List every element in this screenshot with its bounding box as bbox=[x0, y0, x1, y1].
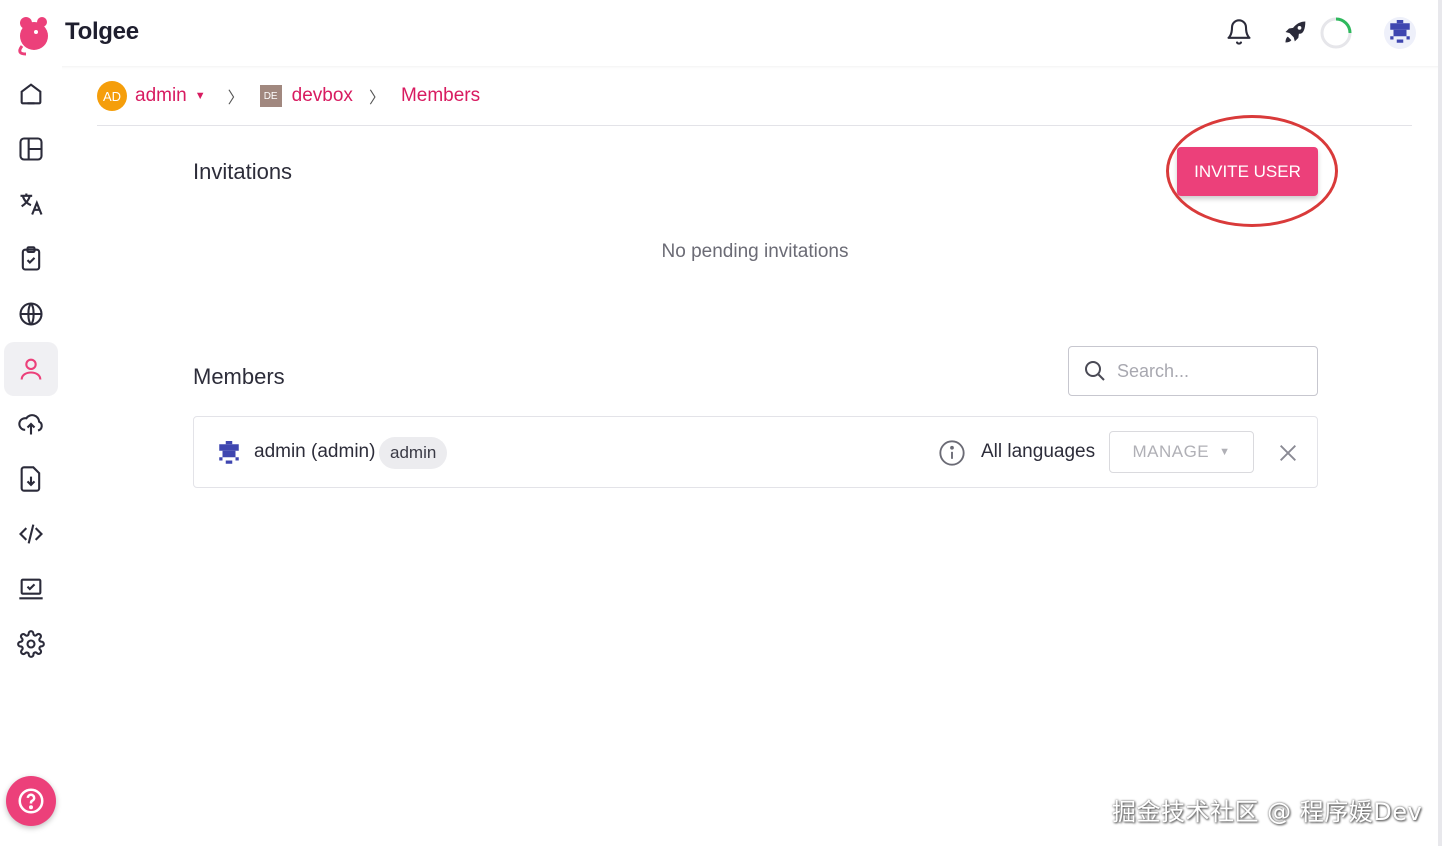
settings-gear-icon bbox=[17, 630, 45, 658]
chevron-right-icon: 〉 bbox=[227, 90, 244, 107]
sidebar-item-dashboard[interactable] bbox=[4, 122, 58, 176]
remove-member-button[interactable] bbox=[1272, 437, 1304, 469]
chevron-down-icon: ▼ bbox=[1219, 446, 1231, 458]
invitations-title: Invitations bbox=[193, 159, 293, 184]
sidebar-item-export[interactable] bbox=[4, 452, 58, 506]
code-icon bbox=[19, 524, 43, 544]
org-dropdown-caret-icon[interactable]: ▼ bbox=[195, 90, 206, 102]
sidebar-item-members[interactable] bbox=[4, 342, 58, 396]
members-title: Members bbox=[193, 364, 285, 389]
help-question-icon bbox=[18, 788, 44, 814]
member-languages: All languages bbox=[981, 441, 1096, 462]
members-icon bbox=[20, 358, 42, 380]
download-file-icon bbox=[20, 466, 41, 492]
empty-invitations-text: No pending invitations bbox=[661, 241, 849, 262]
user-avatar[interactable] bbox=[1384, 17, 1416, 49]
breadcrumb-divider bbox=[97, 125, 1412, 126]
search-field[interactable] bbox=[1068, 346, 1318, 396]
breadcrumb-org[interactable]: admin bbox=[135, 85, 187, 107]
sidebar-item-monitor[interactable] bbox=[4, 562, 58, 616]
breadcrumb: AD admin ▼ 〉 DE devbox 〉 Members bbox=[97, 80, 480, 112]
member-row: admin (admin) admin All languages MANAGE… bbox=[193, 416, 1318, 488]
close-icon bbox=[1280, 445, 1296, 461]
sidebar-item-home[interactable] bbox=[4, 67, 58, 121]
window-edge bbox=[1438, 0, 1442, 846]
search-icon bbox=[1085, 361, 1105, 381]
sidebar-item-languages[interactable] bbox=[4, 287, 58, 341]
notifications-bell-icon[interactable] bbox=[1223, 16, 1255, 48]
member-name: admin (admin) bbox=[254, 441, 376, 462]
tolgee-logo[interactable] bbox=[12, 10, 54, 56]
sidebar bbox=[0, 66, 62, 846]
manage-label: MANAGE bbox=[1132, 442, 1210, 461]
breadcrumb-project[interactable]: devbox bbox=[292, 85, 353, 107]
sidebar-item-settings[interactable] bbox=[4, 617, 58, 671]
translate-icon bbox=[20, 193, 43, 215]
member-avatar bbox=[219, 441, 239, 464]
org-avatar[interactable]: AD bbox=[97, 81, 127, 111]
project-badge: DE bbox=[259, 85, 282, 107]
sidebar-item-integrate[interactable] bbox=[4, 507, 58, 561]
quick-start-rocket-icon[interactable] bbox=[1280, 16, 1312, 48]
search-input[interactable] bbox=[1117, 360, 1297, 382]
help-button[interactable] bbox=[6, 776, 56, 826]
top-bar: Tolgee bbox=[0, 0, 1442, 66]
languages-icon bbox=[19, 302, 43, 326]
dashboard-icon bbox=[19, 137, 43, 161]
progress-ring-icon[interactable] bbox=[1319, 16, 1353, 50]
invite-user-button[interactable]: INVITE USER bbox=[1177, 147, 1318, 196]
home-icon bbox=[20, 83, 42, 105]
member-role-chip: admin bbox=[379, 437, 448, 469]
upload-cloud-icon bbox=[18, 414, 43, 435]
watermark: 掘金技术社区 @ 程序媛Dev bbox=[1112, 798, 1423, 826]
chevron-right-icon: 〉 bbox=[368, 90, 385, 107]
sidebar-item-import[interactable] bbox=[4, 397, 58, 451]
sidebar-item-translations[interactable] bbox=[4, 177, 58, 231]
info-icon[interactable] bbox=[938, 439, 966, 467]
brand-name[interactable]: Tolgee bbox=[65, 18, 139, 46]
breadcrumb-current[interactable]: Members bbox=[401, 85, 480, 107]
manage-permissions-button[interactable]: MANAGE ▼ bbox=[1109, 431, 1254, 473]
laptop-check-icon bbox=[19, 578, 43, 600]
